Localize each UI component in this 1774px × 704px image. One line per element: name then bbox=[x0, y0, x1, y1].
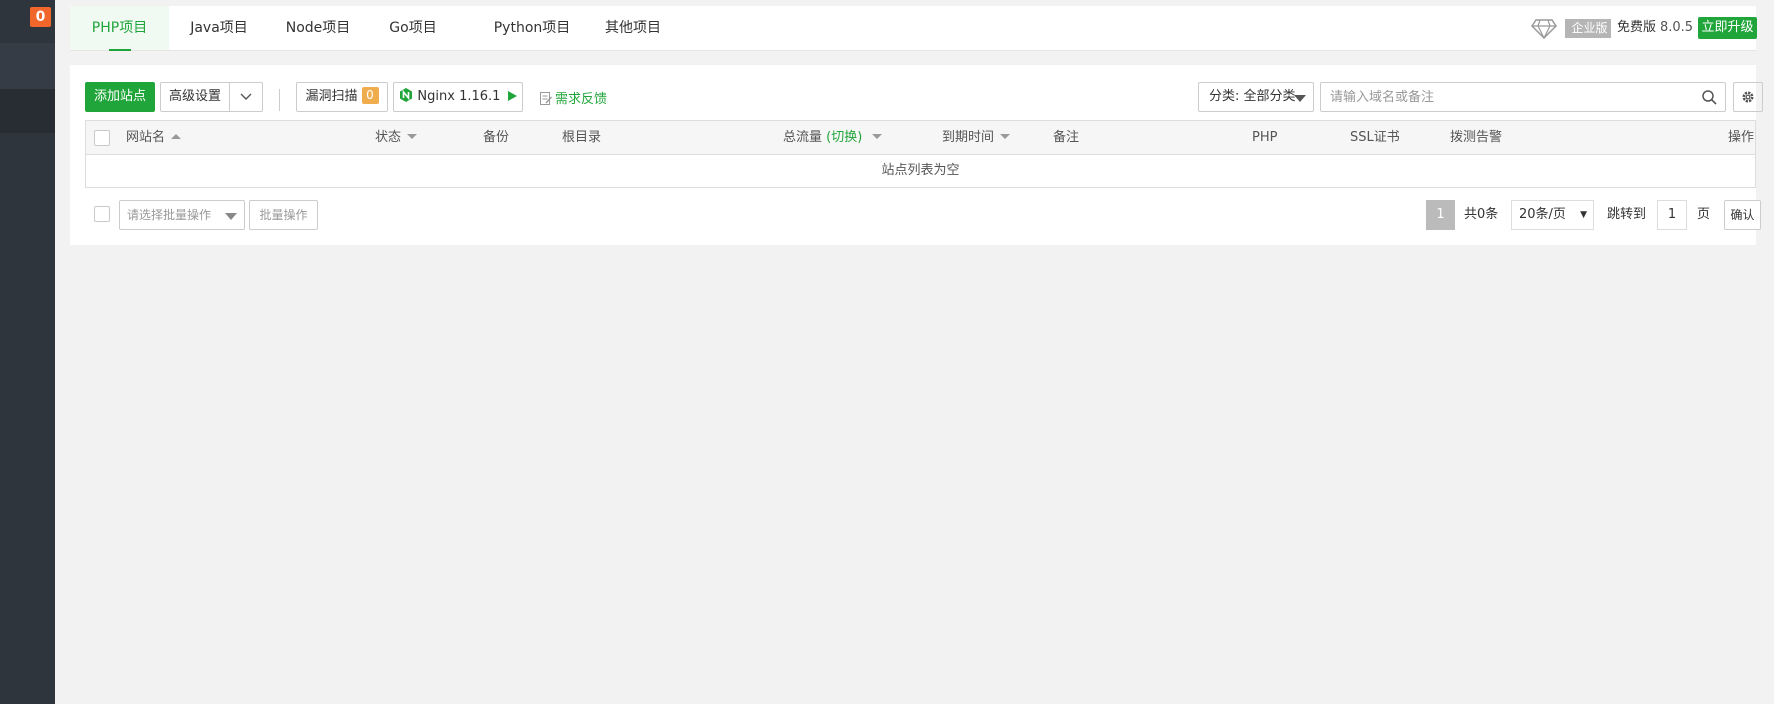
sidebar-item[interactable] bbox=[0, 43, 55, 89]
per-page-value: 20条/页 bbox=[1519, 207, 1566, 222]
enterprise-badge[interactable]: 企业版 bbox=[1565, 19, 1611, 38]
select-all-checkbox[interactable] bbox=[94, 130, 110, 146]
vuln-scan-button[interactable]: 漏洞扫描 0 bbox=[296, 82, 388, 112]
free-edition-label[interactable]: 免费版 bbox=[1617, 6, 1656, 50]
total-count: 共0条 bbox=[1464, 207, 1499, 222]
gear-icon bbox=[1742, 91, 1754, 103]
tab-java[interactable]: Java项目 bbox=[178, 6, 260, 50]
empty-list-message: 站点列表为空 bbox=[881, 163, 960, 178]
jump-page-input[interactable]: 1 bbox=[1657, 200, 1687, 230]
col-traffic-label: 总流量 bbox=[783, 130, 823, 145]
notification-badge[interactable]: 0 bbox=[30, 7, 51, 27]
tab-python[interactable]: Python项目 bbox=[482, 6, 582, 50]
col-expire-time[interactable]: 到期时间 bbox=[942, 121, 1010, 155]
edit-note-icon bbox=[540, 92, 552, 105]
category-select-value: 分类: 全部分类 bbox=[1209, 89, 1296, 104]
col-ssl: SSL证书 bbox=[1350, 130, 1400, 145]
page-unit-label: 页 bbox=[1697, 207, 1711, 222]
caret-down-icon bbox=[1294, 95, 1306, 102]
batch-action-select[interactable]: 请选择批量操作 bbox=[119, 200, 245, 230]
col-status[interactable]: 状态 bbox=[375, 121, 417, 155]
sidebar-item-active[interactable] bbox=[0, 89, 55, 133]
jump-to-label: 跳转到 bbox=[1607, 207, 1647, 222]
version-label: 8.0.5 bbox=[1660, 20, 1694, 35]
feedback-link[interactable]: 需求反馈 bbox=[540, 85, 607, 115]
col-actions: 操作 bbox=[1728, 130, 1755, 145]
vuln-scan-label: 漏洞扫描 bbox=[305, 89, 358, 104]
category-select[interactable]: 分类: 全部分类 bbox=[1198, 82, 1314, 112]
caret-down-icon: ▼ bbox=[1580, 210, 1587, 220]
site-table: 网站名 状态 备份 根目录 总流量 (切换) 到期时间 备注 PHP SSL证书… bbox=[85, 120, 1756, 188]
col-site-name[interactable]: 网站名 bbox=[126, 121, 181, 155]
jump-confirm-button[interactable]: 确认 bbox=[1724, 200, 1761, 230]
add-site-button[interactable]: 添加站点 bbox=[85, 82, 155, 112]
advanced-dropdown-button[interactable] bbox=[229, 82, 263, 112]
col-php: PHP bbox=[1252, 130, 1278, 145]
vuln-count-badge: 0 bbox=[361, 87, 379, 104]
tab-go[interactable]: Go项目 bbox=[380, 6, 446, 50]
tab-php[interactable]: PHP项目 bbox=[70, 6, 169, 51]
nginx-version-label: Nginx 1.16.1 bbox=[417, 89, 501, 104]
diamond-icon bbox=[1531, 19, 1557, 40]
search-box bbox=[1320, 82, 1726, 112]
col-remark: 备注 bbox=[1053, 130, 1080, 145]
settings-button[interactable] bbox=[1733, 82, 1763, 112]
table-header: 网站名 状态 备份 根目录 总流量 (切换) 到期时间 备注 PHP SSL证书… bbox=[86, 121, 1755, 155]
sidebar: 0 bbox=[0, 0, 55, 704]
traffic-switch-link[interactable]: (切换) bbox=[826, 130, 862, 145]
col-monitor-alert: 拨测告警 bbox=[1450, 130, 1503, 145]
toolbar-divider bbox=[279, 89, 280, 111]
sort-icon bbox=[866, 130, 882, 145]
batch-action-placeholder: 请选择批量操作 bbox=[127, 208, 212, 222]
chevron-down-icon bbox=[240, 93, 252, 100]
col-backup: 备份 bbox=[483, 130, 510, 145]
search-input[interactable] bbox=[1321, 83, 1681, 111]
play-icon bbox=[507, 91, 517, 101]
col-traffic[interactable]: 总流量 (切换) bbox=[783, 121, 882, 155]
nginx-button[interactable]: Nginx 1.16.1 bbox=[393, 82, 523, 112]
batch-action-button[interactable]: 批量操作 bbox=[249, 200, 318, 230]
tab-node[interactable]: Node项目 bbox=[275, 6, 361, 50]
per-page-select[interactable]: 20条/页 ▼ bbox=[1511, 200, 1594, 230]
col-root-dir: 根目录 bbox=[562, 130, 602, 145]
search-icon[interactable] bbox=[1702, 90, 1717, 105]
advanced-settings-button[interactable]: 高级设置 bbox=[160, 82, 230, 112]
site-list-panel: 添加站点 高级设置 漏洞扫描 0 Nginx 1.16.1 需求反馈 分类: 全部… bbox=[70, 65, 1763, 245]
feedback-label: 需求反馈 bbox=[555, 92, 608, 107]
caret-down-icon bbox=[225, 213, 237, 220]
tab-other[interactable]: 其他项目 bbox=[597, 6, 669, 50]
project-tabs-bar: PHP项目 Java项目 Node项目 Go项目 Python项目 其他项目 企… bbox=[70, 6, 1757, 51]
page-1-button[interactable]: 1 bbox=[1426, 200, 1455, 230]
nginx-icon bbox=[400, 88, 413, 102]
batch-select-checkbox[interactable] bbox=[94, 206, 110, 222]
upgrade-button[interactable]: 立即升级 bbox=[1698, 17, 1757, 39]
